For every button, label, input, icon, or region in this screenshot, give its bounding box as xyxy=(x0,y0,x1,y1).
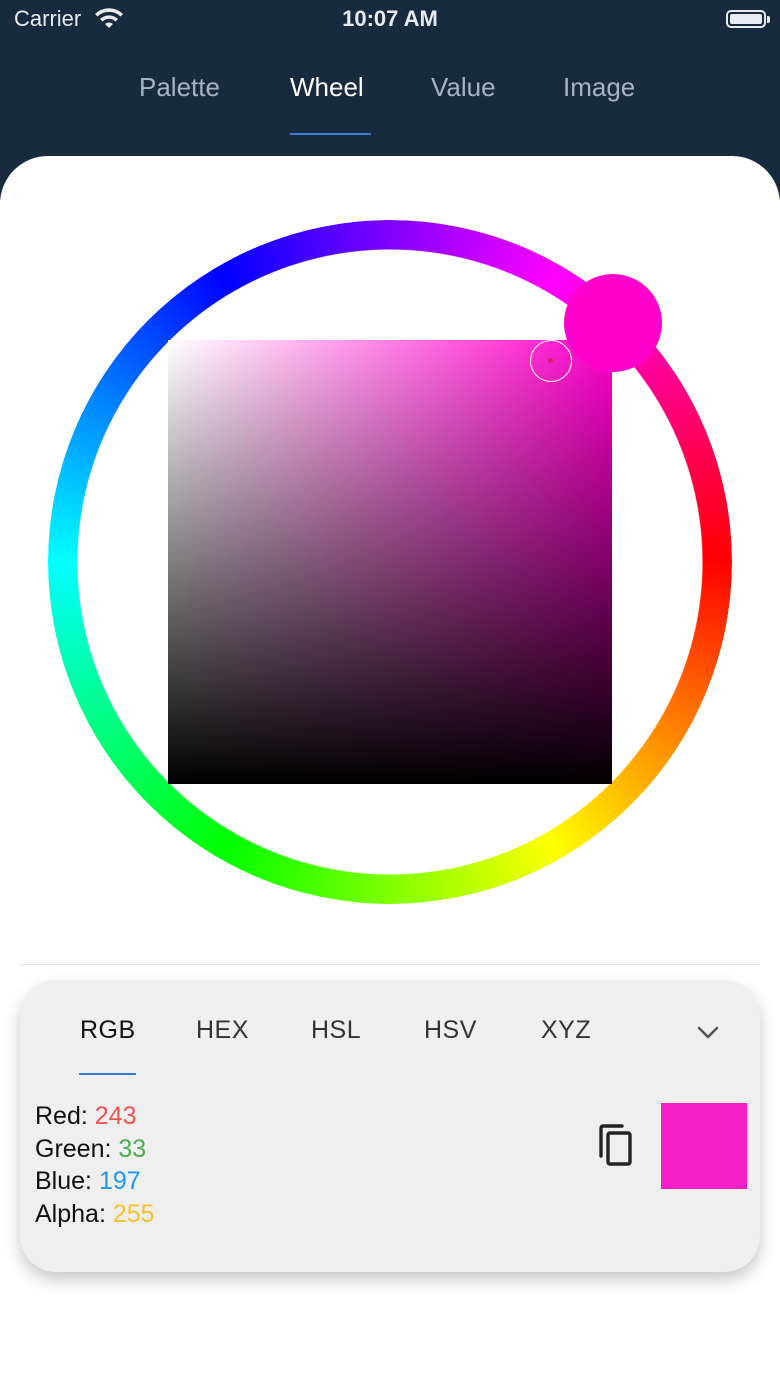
red-label: Red: xyxy=(35,1102,88,1130)
blue-row: Blue: 197 xyxy=(35,1165,155,1198)
color-values-panel: RGB HEX HSL HSV XYZ Red: 243 Green: 33 B… xyxy=(20,980,760,1272)
rgb-values: Red: 243 Green: 33 Blue: 197 Alpha: 255 xyxy=(35,1100,155,1230)
selected-color-swatch xyxy=(661,1103,747,1189)
alpha-label: Alpha: xyxy=(35,1199,106,1228)
saturation-value-square[interactable] xyxy=(168,340,612,784)
tab-image[interactable]: Image xyxy=(563,72,635,103)
format-tab-rgb[interactable]: RGB xyxy=(80,1016,136,1045)
tab-value[interactable]: Value xyxy=(431,72,496,103)
blue-value: 197 xyxy=(98,1167,141,1195)
chevron-down-icon[interactable] xyxy=(696,1020,720,1044)
tab-palette[interactable]: Palette xyxy=(139,72,220,103)
format-tab-hsl[interactable]: HSL xyxy=(311,1016,361,1045)
format-tab-hsv[interactable]: HSV xyxy=(424,1016,477,1045)
saturation-value-handle[interactable] xyxy=(530,340,572,382)
alpha-value: 255 xyxy=(112,1199,155,1228)
blue-label: Blue: xyxy=(35,1167,92,1195)
format-tab-hex[interactable]: HEX xyxy=(196,1016,249,1045)
picker-tabs: Palette Wheel Value Image xyxy=(0,60,780,140)
red-value: 243 xyxy=(94,1102,137,1130)
copy-icon[interactable] xyxy=(594,1122,636,1168)
status-time: 10:07 AM xyxy=(342,6,438,31)
divider xyxy=(20,964,760,965)
alpha-row: Alpha: 255 xyxy=(35,1198,155,1231)
battery-icon xyxy=(726,10,770,28)
red-row: Red: 243 xyxy=(35,1100,155,1133)
green-label: Green: xyxy=(35,1134,112,1163)
active-format-indicator xyxy=(79,1073,136,1075)
status-bar: Carrier 10:07 AM xyxy=(0,0,780,40)
hue-handle[interactable] xyxy=(564,274,662,372)
tab-wheel[interactable]: Wheel xyxy=(290,72,364,103)
green-row: Green: 33 xyxy=(35,1133,155,1166)
green-value: 33 xyxy=(118,1134,147,1163)
format-tab-xyz[interactable]: XYZ xyxy=(541,1016,591,1045)
active-tab-indicator xyxy=(290,133,371,135)
